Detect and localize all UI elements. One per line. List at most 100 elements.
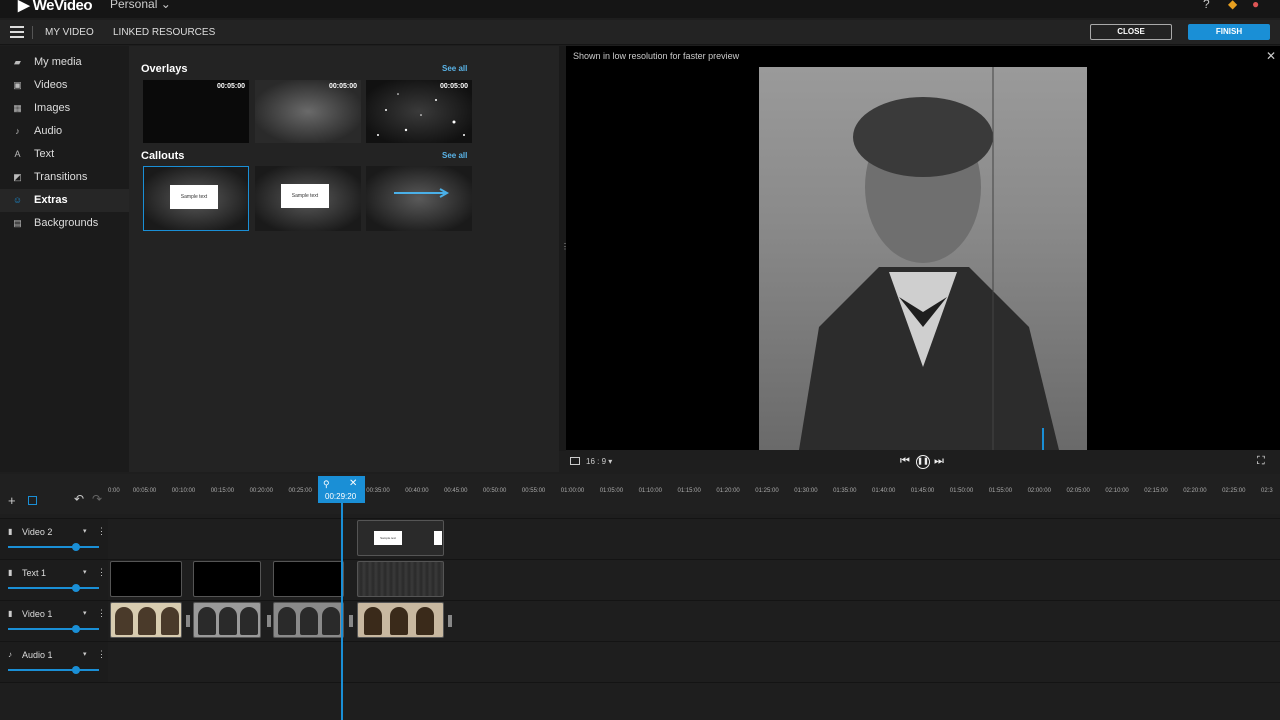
clip-frame-thumbnail <box>115 607 133 635</box>
track-layout-icon[interactable] <box>28 496 37 505</box>
video-clip[interactable] <box>357 602 444 638</box>
overlay-thumbnail[interactable]: 00:05:00 <box>143 80 249 143</box>
volume-slider-knob[interactable] <box>72 625 80 633</box>
ruler-tick-label: 02:25:00 <box>1222 488 1246 494</box>
transition-handle[interactable] <box>186 615 190 627</box>
avatar[interactable]: ● <box>1252 0 1259 11</box>
account-switcher[interactable]: Personal ⌄ <box>110 0 171 11</box>
clip-frame-thumbnail <box>322 607 340 635</box>
video-clip[interactable] <box>110 602 182 638</box>
sidebar-item-extras[interactable]: ☺ Extras <box>0 189 129 212</box>
ruler-tick-label: 00:40:00 <box>405 488 429 494</box>
transition-handle[interactable] <box>448 615 452 627</box>
finish-button[interactable]: FINISH <box>1188 24 1270 40</box>
player-controls: 16 : 9 ▾ ⏮ ❚❚ ⏭ ⛶ <box>560 451 1280 473</box>
volume-slider-knob[interactable] <box>72 543 80 551</box>
ruler-tick-label: 00:25:00 <box>288 488 312 494</box>
notification-icon[interactable]: ◆ <box>1228 0 1237 11</box>
more-options-icon[interactable]: ⋮ <box>97 567 106 578</box>
image-icon: ▦ <box>13 103 22 113</box>
text-icon: A <box>14 149 21 159</box>
track-lane[interactable] <box>108 560 1280 600</box>
aspect-ratio-select[interactable]: 16 : 9 ▾ <box>586 457 612 466</box>
linked-resources-link[interactable]: LINKED RESOURCES <box>113 27 215 38</box>
wevideo-logo[interactable]: ▶ WeVideo <box>18 0 93 14</box>
volume-slider-knob[interactable] <box>72 584 80 592</box>
volume-slider[interactable] <box>8 669 99 671</box>
wevideo-editor: ▶ WeVideo Personal ⌄ ? ◆ ● MY VIDEO LINK… <box>0 0 1280 720</box>
transitions-icon: ◩ <box>13 172 22 182</box>
fullscreen-icon[interactable]: ⛶ <box>1257 455 1265 468</box>
sparkles-icon <box>377 93 465 136</box>
add-track-icon[interactable]: + <box>8 493 16 508</box>
playhead[interactable]: ⚲ ✕ 00:29:20 <box>318 476 365 503</box>
track-lane[interactable] <box>108 601 1280 641</box>
overlays-title: Overlays <box>141 63 188 75</box>
track-lane[interactable] <box>108 642 1280 682</box>
volume-slider-knob[interactable] <box>72 666 80 674</box>
transition-handle[interactable] <box>267 615 271 627</box>
overlay-thumbnail[interactable]: 00:05:00 <box>366 80 472 143</box>
location-pin-icon[interactable]: ⚲ <box>323 479 330 490</box>
ruler-tick-label: 02:00:00 <box>1027 488 1051 494</box>
clip-frame-thumbnail <box>138 607 156 635</box>
playhead-line[interactable] <box>341 503 343 720</box>
more-options-icon[interactable]: ⋮ <box>97 649 106 660</box>
track-icon: ▮ <box>8 527 13 536</box>
clip-frame-thumbnail <box>364 607 382 635</box>
skip-back-icon[interactable]: ⏮ <box>900 455 910 468</box>
top-bar: ▶ WeVideo Personal ⌄ ? ◆ ● <box>0 0 1280 18</box>
split-icon[interactable]: ✕ <box>349 478 357 489</box>
chevron-down-icon[interactable]: ▾ <box>83 568 87 576</box>
timeline-ruler[interactable]: 0:00 00:05:00 00:10:00 00:15:00 00:20:00 00:2… <box>108 488 1280 504</box>
transition-handle[interactable] <box>349 615 353 627</box>
chevron-down-icon[interactable]: ▾ <box>83 650 87 658</box>
close-button[interactable]: CLOSE <box>1090 24 1172 40</box>
ruler-tick-label: 00:20:00 <box>249 488 273 494</box>
overlay-thumbnail[interactable]: 00:05:00 <box>255 80 361 143</box>
text-clip[interactable] <box>193 561 261 597</box>
pause-button[interactable]: ❚❚ <box>916 455 930 469</box>
video-clip[interactable] <box>193 602 261 638</box>
overlays-see-all-link[interactable]: See all <box>442 64 467 73</box>
volume-slider[interactable] <box>8 628 99 630</box>
video-clip[interactable] <box>273 602 344 638</box>
skip-forward-icon[interactable]: ⏭ <box>934 455 944 468</box>
sidebar-item-my-media[interactable]: ▰ My media <box>0 51 129 74</box>
ruler-tick-label: 01:45:00 <box>910 488 935 494</box>
track-lane[interactable]: Sample text <box>108 519 1280 559</box>
more-options-icon[interactable]: ⋮ <box>97 526 106 537</box>
text-clip[interactable] <box>110 561 182 597</box>
ruler-tick-label: 02:10:00 <box>1105 488 1129 494</box>
chevron-down-icon[interactable]: ▾ <box>83 527 87 535</box>
volume-slider[interactable] <box>8 587 99 589</box>
ruler-tick-label: 00:10:00 <box>171 488 196 494</box>
ruler-tick-label: 00:45:00 <box>444 488 468 494</box>
overlay-clip[interactable] <box>357 561 444 597</box>
callout-thumbnail[interactable]: Sample text <box>143 166 249 231</box>
callouts-see-all-link[interactable]: See all <box>442 151 467 160</box>
more-options-icon[interactable]: ⋮ <box>97 608 106 619</box>
clip-frame-thumbnail <box>300 607 318 635</box>
callout-thumbnail[interactable]: Sample text <box>255 166 361 231</box>
my-video-link[interactable]: MY VIDEO <box>45 27 94 38</box>
sidebar-item-text[interactable]: A Text <box>0 143 129 166</box>
sidebar-item-transitions[interactable]: ◩ Transitions <box>0 166 129 189</box>
help-icon[interactable]: ? <box>1203 0 1210 11</box>
close-preview-icon[interactable]: ✕ <box>1266 49 1276 63</box>
chevron-down-icon[interactable]: ▾ <box>83 609 87 617</box>
panel-resize-handle[interactable]: ⋮ <box>559 46 569 451</box>
sidebar-item-videos[interactable]: ▣ Videos <box>0 74 129 97</box>
sidebar-item-images[interactable]: ▦ Images <box>0 97 129 120</box>
clip-frame-thumbnail <box>219 607 237 635</box>
callout-clip[interactable]: Sample text <box>357 520 444 556</box>
volume-slider[interactable] <box>8 546 99 548</box>
playhead-time: 00:29:20 <box>325 492 357 501</box>
callout-thumbnail[interactable] <box>366 166 472 231</box>
sidebar-item-backgrounds[interactable]: ▤ Backgrounds <box>0 212 129 235</box>
hamburger-menu-icon[interactable] <box>10 26 24 38</box>
redo-icon[interactable]: ↷ <box>92 492 102 506</box>
text-clip[interactable] <box>273 561 344 597</box>
undo-icon[interactable]: ↶ <box>74 492 84 506</box>
sidebar-item-audio[interactable]: ♪ Audio <box>0 120 129 143</box>
